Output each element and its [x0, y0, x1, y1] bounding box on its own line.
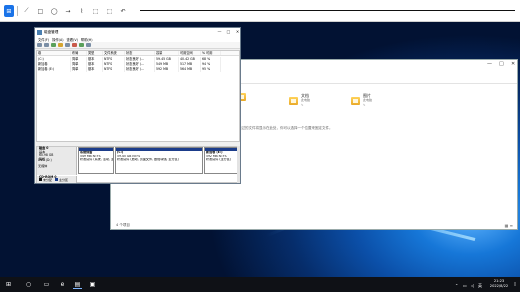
edge-icon[interactable]: e	[58, 280, 67, 289]
select-tool[interactable]: ⊞	[4, 5, 14, 17]
pen-tool[interactable]: ⟋	[22, 5, 32, 17]
capture-tool-strip: ⊞ ⟋ □ ◯ → ⌇ ⬚ ⬚ ↶	[0, 2, 128, 20]
column-filesystem[interactable]: 文件系统	[103, 51, 125, 55]
menu-help[interactable]: 帮助(H)	[81, 37, 93, 42]
explorer-status: 4 个项目	[116, 223, 130, 227]
delete-icon[interactable]	[72, 43, 77, 47]
crop-tool[interactable]: ⬚	[104, 5, 114, 17]
menu-view[interactable]: 查看(V)	[67, 37, 78, 42]
status-cell: 状态良好 (...	[125, 67, 155, 72]
network-icon[interactable]: ▭	[463, 283, 467, 288]
back-icon[interactable]	[37, 43, 42, 47]
disk-management-icon	[37, 29, 42, 35]
title-bar: 磁盘管理 — □ ✕	[35, 28, 240, 36]
cdrom-details: DVD (D:) 无媒体	[38, 158, 52, 168]
refresh-icon[interactable]	[79, 43, 84, 47]
pin-icon: ✎	[363, 103, 366, 107]
close-icon[interactable]: ✕	[233, 28, 242, 36]
cdrom-type: DVD (D:)	[38, 158, 52, 162]
marker-tool[interactable]: ⌇	[77, 5, 87, 17]
legend-primary: 主分区	[59, 177, 69, 182]
menu-file[interactable]: 文件(F)	[38, 37, 49, 42]
undo-tool[interactable]: ↶	[118, 5, 128, 17]
partition-status: 状态良好 (启动, 页面文件, 故障转储, 主分区)	[117, 158, 179, 162]
column-volume[interactable]: 卷	[37, 51, 71, 55]
window-title: 磁盘管理	[44, 29, 59, 34]
vertical-scrollbar[interactable]	[237, 146, 240, 183]
recent-files-hint: 你使用过的文件将显示在此处，你可以选择一个位置来固定文件。	[231, 126, 333, 130]
table-row[interactable]: 新加卷 (E:) 简单 基本 NTFS 状态良好 (... 592 MB 564…	[37, 67, 239, 72]
forward-icon[interactable]	[44, 43, 49, 47]
close-icon[interactable]: ✕	[511, 61, 515, 67]
mosaic-tool[interactable]: ⬚	[91, 5, 101, 17]
documents-folder-icon	[289, 96, 298, 105]
file-explorer-taskbar-icon[interactable]: ▣	[88, 280, 97, 289]
pictures-folder-icon	[351, 96, 360, 105]
volume-table-header: 卷 布局 类型 文件系统 状态 容量 可用空间 % 可用	[37, 51, 239, 56]
clock[interactable]: 21:23 2022/8/22	[484, 279, 514, 289]
clock-date: 2022/8/22	[489, 284, 509, 288]
notification-icon[interactable]: ▯	[514, 281, 516, 286]
legend-unallocated-swatch	[39, 178, 42, 181]
minimize-icon[interactable]: —	[215, 28, 224, 36]
maximize-icon[interactable]: □	[224, 28, 233, 36]
task-view-icon[interactable]: ▭	[42, 280, 51, 289]
legend-unallocated: 未分配	[43, 177, 53, 182]
minimize-icon[interactable]: —	[487, 61, 492, 67]
free-space-cell: 564 MB	[179, 67, 201, 72]
percent-free-cell: 95 %	[201, 67, 221, 72]
legend-primary-swatch	[55, 178, 59, 181]
disk-management-taskbar-icon[interactable]: ▤	[73, 280, 82, 289]
disk-management-window[interactable]: 磁盘管理 — □ ✕ 文件(F) 操作(A) 查看(V) 帮助(H) 卷 布局 …	[34, 27, 241, 184]
partition-system-reserved[interactable]: 系统保留 549 MB NTFS 状态良好 (系统, 活动, 主分区)	[78, 147, 114, 174]
quick-access-pictures[interactable]: 图片 此电脑 ✎	[351, 93, 372, 108]
filesystem-cell: NTFS	[103, 67, 125, 72]
column-layout[interactable]: 布局	[71, 51, 87, 55]
cdrom-status: 无媒体	[38, 163, 48, 168]
toolbar	[35, 42, 240, 49]
column-percent-free[interactable]: % 可用	[201, 51, 221, 55]
view-toggle-icon[interactable]: ▦ ≡	[505, 223, 513, 228]
type-cell: 基本	[87, 67, 103, 72]
partition-c[interactable]: (C:) 59.45 GB NTFS 状态良好 (启动, 页面文件, 故障转储,…	[115, 147, 203, 174]
toolbar-rule	[140, 10, 515, 11]
ime-indicator[interactable]: 英	[478, 283, 482, 289]
column-free-space[interactable]: 可用空间	[179, 51, 201, 55]
pin-icon: ✎	[301, 103, 304, 107]
volume-cell: 新加卷 (E:)	[37, 67, 71, 72]
partition-status: 状态良好 (系统, 活动, 主分区)	[80, 158, 113, 162]
volume-icon[interactable]: ◁	[471, 283, 474, 288]
rectangle-tool[interactable]: □	[35, 5, 45, 17]
volume-table: 卷 布局 类型 文件系统 状态 容量 可用空间 % 可用 (C:) 简单 基本 …	[36, 50, 240, 142]
help-icon[interactable]	[65, 43, 70, 47]
quick-access-documents[interactable]: 文档 此电脑 ✎	[289, 93, 310, 108]
toolbar-divider	[16, 6, 18, 16]
capture-toolbar: ⊞ ⟋ □ ◯ → ⌇ ⬚ ⬚ ↶	[0, 0, 520, 22]
search-icon[interactable]: ○	[24, 280, 33, 289]
legend: 未分配 主分区	[36, 177, 68, 182]
start-icon[interactable]: ⊞	[4, 280, 13, 289]
rescan-icon[interactable]	[86, 43, 91, 47]
maximize-icon[interactable]: □	[499, 61, 504, 67]
partition-status: 状态良好 (主分区)	[206, 158, 232, 162]
capacity-cell: 592 MB	[155, 67, 179, 72]
column-capacity[interactable]: 容量	[155, 51, 179, 55]
taskbar: ⊞ ○ ▭ e ▤ ▣	[0, 277, 520, 292]
column-type[interactable]: 类型	[87, 51, 103, 55]
column-status[interactable]: 状态	[125, 51, 155, 55]
menu-action[interactable]: 操作(A)	[52, 37, 63, 42]
layout-cell: 简单	[71, 67, 87, 72]
arrow-tool[interactable]: →	[63, 5, 73, 17]
partition-e[interactable]: 新加卷 (E:) 592 MB NTFS 状态良好 (主分区)	[204, 147, 238, 174]
ellipse-tool[interactable]: ◯	[49, 5, 59, 17]
properties-icon[interactable]	[58, 43, 63, 47]
tray-overflow-icon[interactable]: ⌃	[455, 283, 458, 288]
console-tree-icon[interactable]	[51, 43, 56, 47]
